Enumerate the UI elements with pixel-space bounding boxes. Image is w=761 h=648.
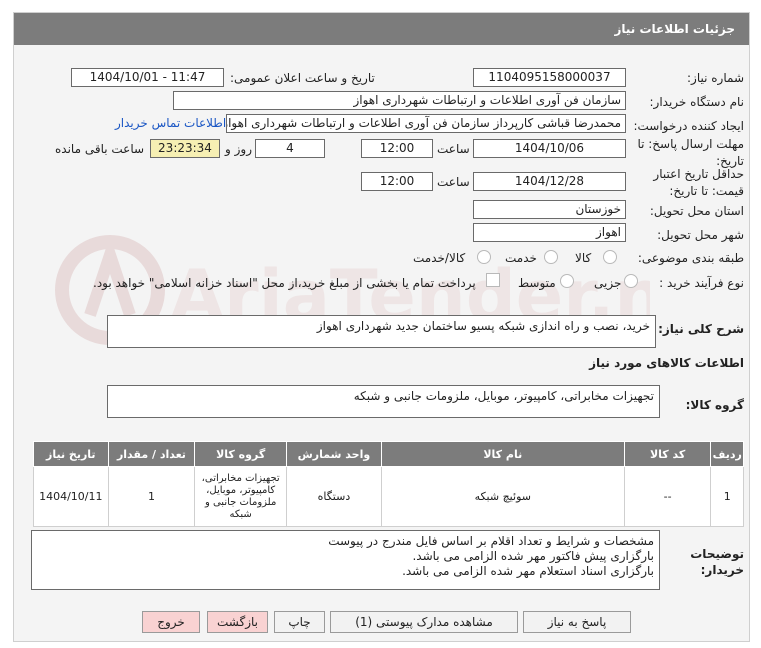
col-unit: واحد شمارش [286, 441, 382, 467]
process-minor-label: جزیی [594, 276, 622, 290]
validity-date-field: 1404/12/28 [473, 172, 626, 191]
panel-title: جزئیات اطلاعات نیاز [614, 22, 735, 36]
buyer-notes-line: بارگزاری پیش فاکتور مهر شده الزامی می با… [412, 549, 654, 563]
col-quantity: تعداد / مقدار [107, 441, 196, 467]
deadline-time-label: ساعت [437, 142, 470, 156]
category-goods-radio[interactable] [603, 250, 617, 264]
requester-label: ایجاد کننده درخواست: [633, 119, 744, 133]
col-goods-code: کد کالا [623, 441, 712, 467]
category-label: طبقه بندی موضوعی: [637, 251, 744, 265]
cell-unit: دستگاه [286, 466, 382, 527]
process-medium-radio[interactable] [560, 274, 574, 288]
announce-field: 1404/10/01 - 11:47 [71, 68, 224, 87]
exit-button[interactable]: خروج [142, 611, 200, 633]
days-label: روز و [225, 142, 252, 156]
province-field: خوزستان [473, 200, 626, 219]
category-goods-service-radio[interactable] [477, 250, 491, 264]
process-medium-label: متوسط [518, 276, 556, 290]
reply-button[interactable]: پاسخ به نیاز [523, 611, 631, 633]
province-label: استان محل تحویل: [649, 204, 744, 218]
deadline-label: مهلت ارسال پاسخ: تا تاریخ: [637, 137, 744, 168]
cell-row: 1 [710, 466, 744, 527]
remaining-label: ساعت باقی مانده [55, 142, 145, 156]
validity-time-label: ساعت [437, 175, 470, 189]
cell-need-date: 1404/10/11 [33, 466, 109, 527]
need-number-field: 1104095158000037 [473, 68, 626, 87]
description-label: شرح کلی نیاز: [658, 322, 744, 336]
buyer-notes-label: توضیحات خریدار: [690, 547, 744, 577]
buyer-org-label: نام دستگاه خریدار: [649, 95, 745, 109]
requester-field: محمدرضا قباشی کارپرداز سازمان فن آوری اط… [226, 114, 626, 133]
validity-time-field: 12:00 [361, 172, 433, 191]
goods-group-textarea: تجهیزات مخابراتی، کامپیوتر، موبایل، ملزو… [107, 385, 660, 418]
cell-quantity: 1 [107, 466, 196, 527]
buyer-notes-line: مشخصات و شرایط و تعداد اقلام بر اساس فای… [328, 534, 654, 548]
print-button[interactable]: چاپ [274, 611, 325, 633]
process-label: نوع فرآیند خرید : [659, 276, 744, 290]
treasury-checkbox[interactable] [486, 273, 500, 287]
deadline-time-field: 12:00 [361, 139, 433, 158]
attachments-button[interactable]: مشاهده مدارک پیوستی (1) [330, 611, 518, 633]
category-service-label: خدمت [505, 251, 537, 265]
col-goods-group: گروه کالا [194, 441, 288, 467]
col-goods-name: نام کالا [380, 441, 625, 467]
cell-goods-group: تجهیزات مخابراتی، کامپیوتر، موبایل، ملزو… [194, 466, 288, 527]
buyer-notes-textarea: مشخصات و شرایط و تعداد اقلام بر اساس فای… [31, 530, 660, 590]
process-minor-radio[interactable] [624, 274, 638, 288]
buyer-org-field: سازمان فن آوری اطلاعات و ارتباطات شهردار… [173, 91, 626, 110]
cell-goods-name: سوئیچ شبکه [380, 466, 625, 527]
category-goods-label: کالا [575, 251, 592, 265]
city-label: شهر محل تحویل: [657, 228, 744, 242]
treasury-text: پرداخت تمام یا بخشی از مبلغ خرید،از محل … [93, 276, 476, 290]
panel-header: جزئیات اطلاعات نیاز [14, 13, 749, 45]
goods-group-label: گروه کالا: [685, 398, 744, 412]
buyer-notes-line: بارگزاری اسناد استعلام مهر شده الزامی می… [402, 564, 654, 578]
category-service-radio[interactable] [544, 250, 558, 264]
deadline-date-field: 1404/10/06 [473, 139, 626, 158]
back-button[interactable]: بازگشت [207, 611, 268, 633]
days-field: 4 [255, 139, 325, 158]
buyer-contact-link[interactable]: اطلاعات تماس خریدار [115, 116, 226, 130]
announce-label: تاریخ و ساعت اعلان عمومی: [230, 71, 375, 85]
category-goods-service-label: کالا/خدمت [413, 251, 466, 265]
table-row: 1404/10/11 1 تجهیزات مخابراتی، کامپیوتر،… [33, 466, 744, 527]
city-field: اهواز [473, 223, 626, 242]
remaining-time-field: 23:23:34 [150, 139, 220, 158]
cell-goods-code: -- [623, 466, 712, 527]
validity-label: حداقل تاریخ اعتبار قیمت: تا تاریخ: [653, 167, 744, 198]
need-number-label: شماره نیاز: [687, 71, 744, 85]
description-textarea: خرید، نصب و راه اندازی شبکه پسیو ساختمان… [107, 315, 656, 348]
goods-table: تاریخ نیاز تعداد / مقدار گروه کالا واحد … [33, 441, 744, 527]
col-need-date: تاریخ نیاز [33, 441, 109, 467]
goods-section-title: اطلاعات کالاهای مورد نیاز [589, 356, 744, 370]
col-row: ردیف [710, 441, 744, 467]
